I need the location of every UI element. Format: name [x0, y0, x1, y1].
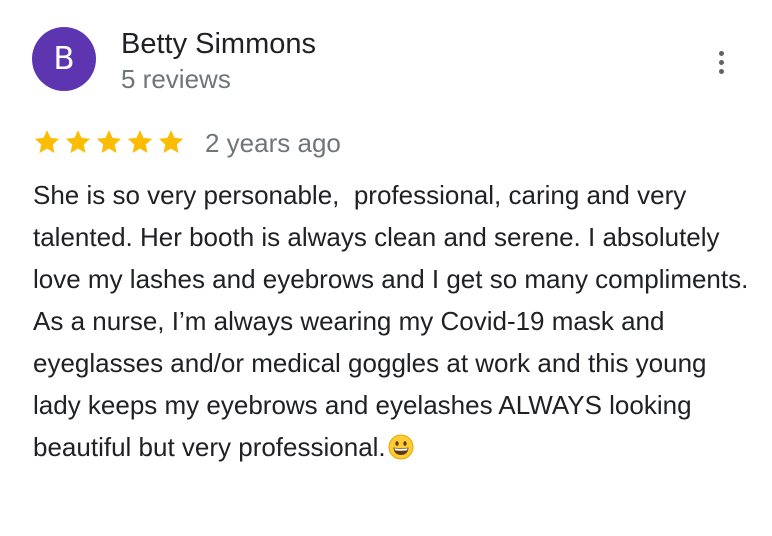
grinning-face-emoji-icon — [388, 430, 414, 472]
avatar[interactable]: B — [32, 27, 96, 91]
author-name[interactable]: Betty Simmons — [121, 28, 316, 61]
star-icon — [127, 130, 153, 153]
star-icon — [158, 130, 184, 153]
review-body: She is so very personable, professional,… — [33, 180, 755, 462]
more-vert-icon — [718, 50, 724, 74]
avatar-initial: B — [53, 41, 75, 77]
star-icon — [34, 130, 60, 153]
star-icon — [96, 130, 122, 153]
author-review-count[interactable]: 5 reviews — [121, 64, 231, 95]
review-date: 2 years ago — [205, 128, 341, 158]
more-options-button[interactable] — [706, 44, 736, 80]
review-text: She is so very personable, professional,… — [33, 174, 753, 472]
star-icon — [65, 130, 91, 153]
star-rating — [33, 128, 185, 156]
